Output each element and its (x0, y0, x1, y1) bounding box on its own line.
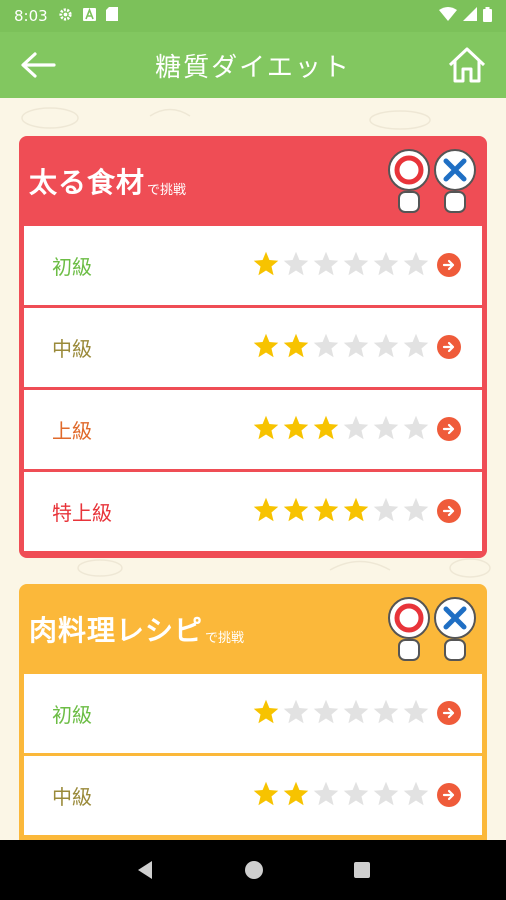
battery-icon (483, 6, 492, 26)
arrow-right-icon[interactable] (437, 701, 461, 725)
level-label: 特上級 (52, 501, 112, 525)
star-filled-icon (313, 497, 339, 522)
star-empty-icon (403, 251, 429, 276)
star-filled-icon (283, 781, 309, 806)
status-time: 8:03 (14, 7, 48, 25)
star-empty-icon (283, 699, 309, 724)
star-rating (252, 414, 430, 442)
maru-batsu-icon (388, 149, 476, 213)
star-filled-icon (253, 497, 279, 522)
arrow-right-icon[interactable] (437, 253, 461, 277)
card-title: 肉料理レシピ (29, 614, 204, 647)
card-header: 肉料理レシピ で挑戦 (19, 584, 487, 674)
level-row[interactable]: 中級 (24, 756, 482, 835)
back-button[interactable] (18, 46, 58, 84)
star-empty-icon (373, 781, 399, 806)
star-empty-icon (343, 781, 369, 806)
star-filled-icon (253, 415, 279, 440)
star-filled-icon (283, 497, 309, 522)
level-label: 上級 (52, 419, 92, 443)
card-subtitle: で挑戦 (147, 182, 187, 198)
card-subtitle: で挑戦 (205, 630, 245, 646)
star-filled-icon (253, 781, 279, 806)
star-empty-icon (373, 497, 399, 522)
arrow-right-icon[interactable] (437, 499, 461, 523)
maru-batsu-icon (388, 597, 476, 661)
star-filled-icon (283, 415, 309, 440)
star-empty-icon (313, 781, 339, 806)
star-filled-icon (313, 415, 339, 440)
status-bar: 8:03 (0, 0, 506, 32)
star-empty-icon (373, 251, 399, 276)
arrow-right-icon[interactable] (437, 335, 461, 359)
level-row[interactable]: 初級 (24, 226, 482, 305)
star-empty-icon (373, 415, 399, 440)
star-empty-icon (283, 251, 309, 276)
card-header: 太る食材 で挑戦 (19, 136, 487, 226)
star-rating (252, 698, 430, 726)
home-button[interactable] (446, 44, 488, 86)
star-rating (252, 250, 430, 278)
a-badge-icon (82, 7, 96, 25)
star-rating (252, 780, 430, 808)
star-filled-icon (343, 497, 369, 522)
page-title: 糖質ダイエット (155, 52, 351, 83)
system-nav-bar (0, 840, 506, 900)
level-label: 初級 (52, 255, 92, 279)
star-empty-icon (373, 699, 399, 724)
quiz-card-meat-recipes: 肉料理レシピ で挑戦 初級 中級 (19, 584, 487, 840)
sd-card-icon (105, 7, 118, 25)
star-empty-icon (343, 251, 369, 276)
level-label: 中級 (52, 337, 92, 361)
star-empty-icon (313, 333, 339, 358)
signal-icon (463, 7, 477, 25)
arrow-right-icon[interactable] (437, 417, 461, 441)
star-empty-icon (373, 333, 399, 358)
nav-back-icon[interactable] (135, 859, 155, 881)
level-label: 中級 (52, 785, 92, 809)
star-empty-icon (403, 699, 429, 724)
level-list: 初級 中級 (24, 674, 482, 838)
star-empty-icon (403, 781, 429, 806)
nav-recents-icon[interactable] (353, 861, 371, 879)
star-empty-icon (403, 497, 429, 522)
level-row[interactable]: 上級 (24, 390, 482, 469)
star-empty-icon (403, 333, 429, 358)
star-filled-icon (253, 333, 279, 358)
level-row[interactable]: 特上級 (24, 472, 482, 551)
star-empty-icon (313, 251, 339, 276)
quiz-card-fattening-foods: 太る食材 で挑戦 初級 中級 上級 特上級 (19, 136, 487, 558)
star-rating (252, 496, 430, 524)
star-filled-icon (253, 251, 279, 276)
star-empty-icon (343, 333, 369, 358)
arrow-right-icon[interactable] (437, 783, 461, 807)
star-filled-icon (283, 333, 309, 358)
content-scroll[interactable]: 太る食材 で挑戦 初級 中級 上級 特上級 肉料理レシピ で挑戦 初級 中級 (0, 98, 506, 840)
level-row[interactable]: 初級 (24, 674, 482, 753)
arrow-left-icon (21, 52, 56, 78)
star-filled-icon (253, 699, 279, 724)
star-empty-icon (403, 415, 429, 440)
gear-icon (58, 7, 73, 26)
card-title: 太る食材 (29, 166, 146, 199)
star-empty-icon (343, 699, 369, 724)
star-empty-icon (343, 415, 369, 440)
home-icon (448, 47, 486, 83)
level-label: 初級 (52, 703, 92, 727)
star-rating (252, 332, 430, 360)
wifi-icon (439, 7, 457, 25)
level-row[interactable]: 中級 (24, 308, 482, 387)
star-empty-icon (313, 699, 339, 724)
level-list: 初級 中級 上級 特上級 (24, 226, 482, 554)
nav-home-icon[interactable] (244, 860, 264, 880)
app-bar: 糖質ダイエット (0, 32, 506, 98)
